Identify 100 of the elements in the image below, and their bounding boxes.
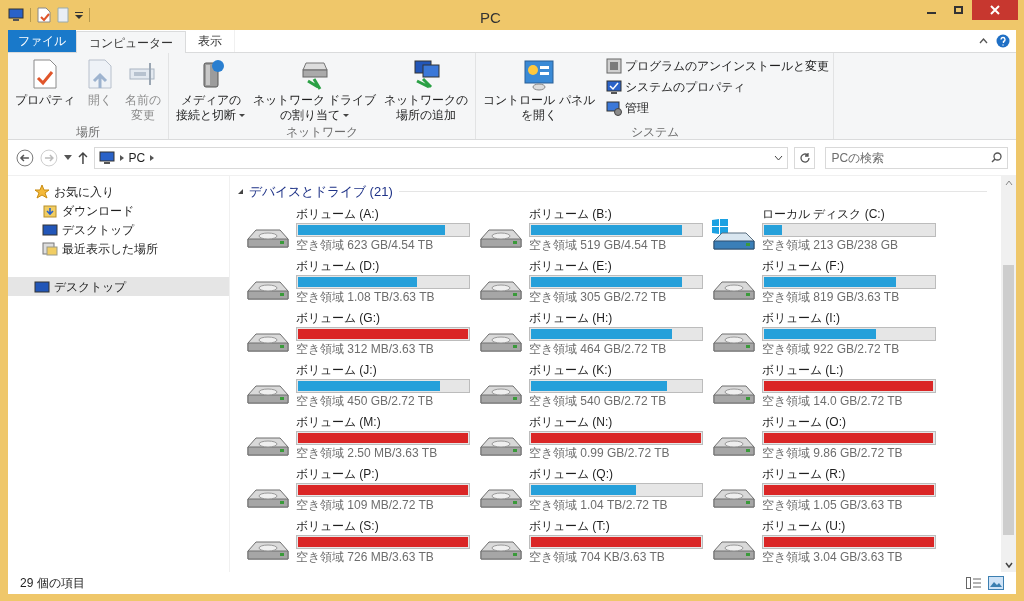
scrollbar[interactable] xyxy=(1001,176,1016,572)
ribbon-button[interactable]: ネットワークの 場所の追加 xyxy=(381,57,472,123)
drive-tile[interactable]: ボリューム (K:) 空き領域 540 GB/2.72 TB xyxy=(477,363,710,408)
dropdown-icon xyxy=(239,114,245,118)
free-space: 空き領域 1.08 TB/3.63 TB xyxy=(296,289,436,305)
group-label: ネットワーク xyxy=(285,124,360,141)
drive-tile[interactable]: ボリューム (Q:) 空き領域 1.04 TB/2.72 TB xyxy=(477,467,710,512)
drive-tile[interactable]: ボリューム (J:) 空き領域 450 GB/2.72 TB xyxy=(244,363,477,408)
dropdown-icon[interactable] xyxy=(75,11,83,19)
group-label: 場所 xyxy=(75,124,101,141)
drive-name: ボリューム (F:) xyxy=(762,258,845,274)
ribbon-button[interactable]: コントロール パネル を開く xyxy=(480,57,598,123)
free-space: 空き領域 1.05 GB/3.63 TB xyxy=(762,497,904,513)
drive-name: ボリューム (E:) xyxy=(529,258,613,274)
drive-name: ボリューム (J:) xyxy=(296,362,378,378)
system-properties-icon xyxy=(605,79,622,95)
drive-name: ボリューム (K:) xyxy=(529,362,613,378)
drive-tile[interactable]: ボリューム (U:) 空き領域 3.04 GB/3.63 TB xyxy=(710,519,943,564)
drive-tile[interactable]: ボリューム (E:) 空き領域 305 GB/2.72 TB xyxy=(477,259,710,304)
search-box[interactable]: PCの検索 xyxy=(825,146,1008,169)
nav-item[interactable]: 最近表示した場所 xyxy=(8,239,229,258)
group-heading[interactable]: デバイスとドライブ (21) xyxy=(249,182,393,202)
programs-icon xyxy=(605,58,622,74)
drive-tile[interactable]: ボリューム (F:) 空き領域 819 GB/3.63 TB xyxy=(710,259,943,304)
nav-item[interactable]: デスクトップ xyxy=(8,277,229,296)
free-space: 空き領域 109 MB/2.72 TB xyxy=(296,497,435,513)
free-space: 空き領域 9.86 GB/2.72 TB xyxy=(762,445,904,461)
recent-locations-icon[interactable] xyxy=(63,155,72,160)
refresh-button[interactable] xyxy=(793,146,816,169)
drive-tile[interactable]: ボリューム (L:) 空き領域 14.0 GB/2.72 TB xyxy=(710,363,943,408)
drive-name: ボリューム (P:) xyxy=(296,466,380,482)
ribbon-button[interactable]: システムのプロパティ xyxy=(605,78,829,96)
drive-name: ローカル ディスク (C:) xyxy=(762,206,886,222)
desktop-icon xyxy=(34,278,50,295)
chevron-icon xyxy=(119,154,124,161)
refresh-icon xyxy=(798,151,811,164)
nav-item[interactable]: ダウンロード xyxy=(8,201,229,220)
free-space: 空き領域 704 KB/3.63 TB xyxy=(529,549,666,565)
ribbon-button[interactable]: 管理 xyxy=(605,99,829,117)
free-space: 空き領域 3.04 GB/3.63 TB xyxy=(762,549,904,565)
free-space: 空き領域 922 GB/2.72 TB xyxy=(762,341,901,357)
ribbon-button[interactable]: プロパティ xyxy=(12,57,78,123)
drive-tile[interactable]: ボリューム (S:) 空き領域 726 MB/3.63 TB xyxy=(244,519,477,564)
drive-tile[interactable]: ボリューム (H:) 空き領域 464 GB/2.72 TB xyxy=(477,311,710,356)
drive-tile[interactable]: ローカル ディスク (C:) 空き領域 213 GB/238 GB xyxy=(710,207,943,252)
computer-icon[interactable] xyxy=(8,8,24,22)
file-tab[interactable]: ファイル xyxy=(8,30,76,52)
free-space: 空き領域 726 MB/3.63 TB xyxy=(296,549,435,565)
dropdown-icon xyxy=(343,114,350,118)
free-space: 空き領域 450 GB/2.72 TB xyxy=(296,393,435,409)
free-space: 空き領域 819 GB/3.63 TB xyxy=(762,289,901,305)
address-bar[interactable]: PC xyxy=(93,146,788,169)
large-icons-view-icon[interactable] xyxy=(988,576,1004,590)
nav-item[interactable]: デスクトップ xyxy=(8,220,229,239)
drive-tile[interactable]: ボリューム (N:) 空き領域 0.99 GB/2.72 TB xyxy=(477,415,710,460)
free-space: 空き領域 519 GB/4.54 TB xyxy=(529,237,668,253)
ribbon-button[interactable]: プログラムのアンインストールと変更 xyxy=(605,57,829,75)
free-space: 空き領域 1.04 TB/2.72 TB xyxy=(529,497,669,513)
ribbon-tab[interactable]: コンピューター xyxy=(76,31,186,53)
drive-name: ボリューム (B:) xyxy=(529,206,613,222)
drive-name: ボリューム (H:) xyxy=(529,310,614,326)
collapse-ribbon-icon[interactable] xyxy=(979,38,988,44)
drive-tile[interactable]: ボリューム (M:) 空き領域 2.50 MB/3.63 TB xyxy=(244,415,477,460)
drive-name: ボリューム (U:) xyxy=(762,518,847,534)
chevron-icon xyxy=(150,154,155,161)
free-space: 空き領域 464 GB/2.72 TB xyxy=(529,341,668,357)
help-icon[interactable] xyxy=(996,34,1010,48)
drive-name: ボリューム (M:) xyxy=(296,414,382,430)
details-view-icon[interactable] xyxy=(966,577,982,589)
nav-item[interactable]: お気に入り xyxy=(8,182,229,201)
up-arrow-icon[interactable] xyxy=(77,151,88,164)
ribbon-button[interactable]: ネットワーク ドライブ の割り当て xyxy=(250,57,380,123)
ribbon-button[interactable]: メディアの 接続と切断 xyxy=(173,57,248,123)
drive-tile[interactable]: ボリューム (D:) 空き領域 1.08 TB/3.63 TB xyxy=(244,259,477,304)
drive-tile[interactable]: ボリューム (I:) 空き領域 922 GB/2.72 TB xyxy=(710,311,943,356)
drive-tile[interactable]: ボリューム (R:) 空き領域 1.05 GB/3.63 TB xyxy=(710,467,943,512)
drive-tile[interactable]: ボリューム (O:) 空き領域 9.86 GB/2.72 TB xyxy=(710,415,943,460)
breadcrumb[interactable]: PC xyxy=(128,148,146,167)
search-field[interactable]: PCの検索 xyxy=(831,148,991,167)
drive-tile[interactable]: ボリューム (B:) 空き領域 519 GB/4.54 TB xyxy=(477,207,710,252)
drive-name: ボリューム (G:) xyxy=(296,310,381,326)
drive-name: ボリューム (Q:) xyxy=(529,466,614,482)
windows-drive-icon xyxy=(710,218,756,251)
collapse-icon[interactable] xyxy=(238,189,243,195)
close-button[interactable] xyxy=(972,0,1018,20)
dropdown-icon[interactable] xyxy=(773,154,783,161)
free-space: 空き領域 623 GB/4.54 TB xyxy=(296,237,435,253)
properties-icon[interactable] xyxy=(37,7,51,23)
group-label: システム xyxy=(629,124,680,141)
computer-icon xyxy=(98,150,115,165)
back-button[interactable] xyxy=(16,148,34,167)
drive-tile[interactable]: ボリューム (G:) 空き領域 312 MB/3.63 TB xyxy=(244,311,477,356)
free-space: 空き領域 540 GB/2.72 TB xyxy=(529,393,668,409)
drive-name: ボリューム (T:) xyxy=(529,518,611,534)
drive-name: ボリューム (R:) xyxy=(762,466,847,482)
drive-tile[interactable]: ボリューム (P:) 空き領域 109 MB/2.72 TB xyxy=(244,467,477,512)
drive-tile[interactable]: ボリューム (T:) 空き領域 704 KB/3.63 TB xyxy=(477,519,710,564)
drive-tile[interactable]: ボリューム (A:) 空き領域 623 GB/4.54 TB xyxy=(244,207,477,252)
scroll-down-icon[interactable] xyxy=(1004,560,1013,570)
desktop-icon xyxy=(42,221,58,238)
